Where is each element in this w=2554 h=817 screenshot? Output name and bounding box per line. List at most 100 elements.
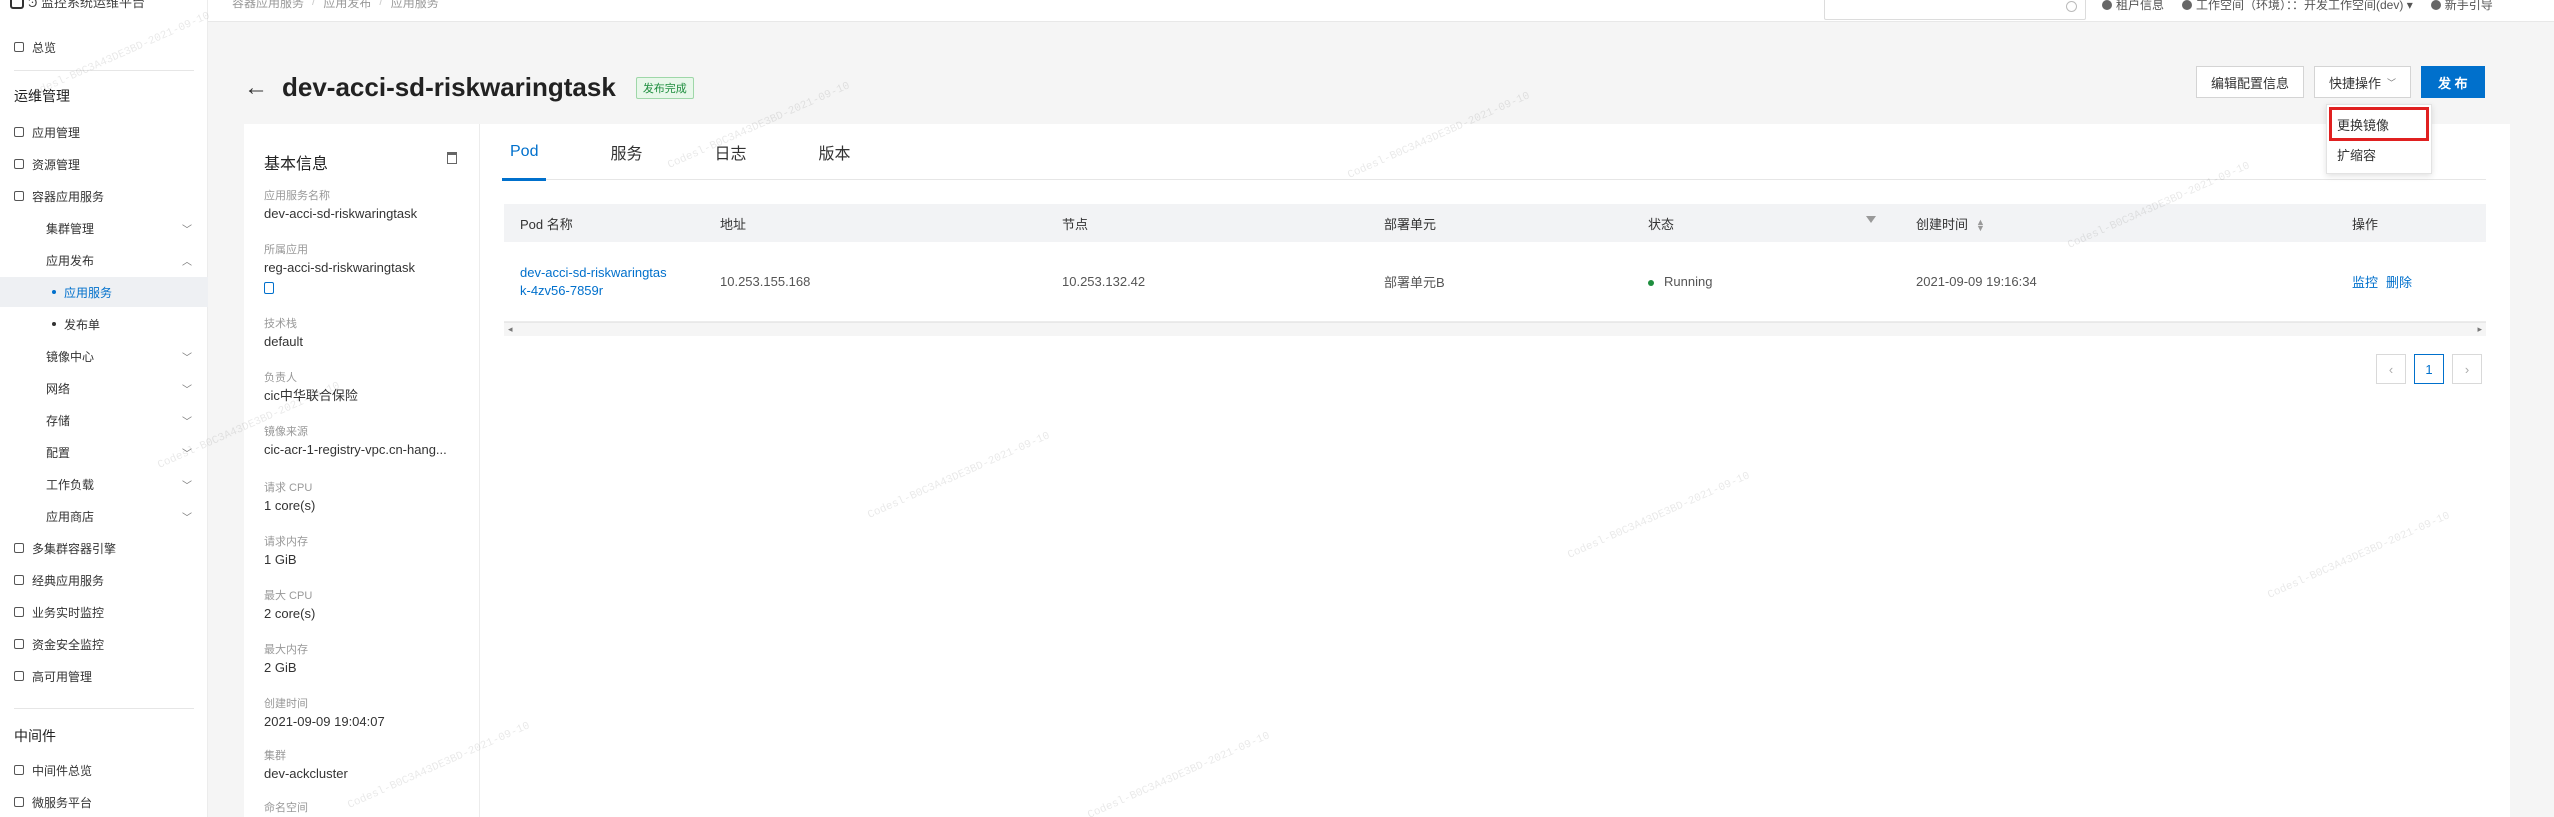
basic-info-panel: 基本信息 应用服务名称 dev-acci-sd-riskwaringtask 所属… (244, 124, 480, 817)
chevron-down-icon: ﹀ (182, 416, 192, 428)
app-logo[interactable]: Ͽ 监控系统运维平台 (10, 0, 145, 11)
bullet-icon (52, 322, 56, 326)
guide-icon (2430, 0, 2441, 10)
trash-icon[interactable] (447, 152, 457, 164)
guide-link[interactable]: 新手引导 (2430, 0, 2493, 13)
column-header-ops: 操作 (2352, 216, 2379, 232)
sidebar-item-classic-service[interactable]: 经典应用服务 (0, 565, 208, 595)
sidebar-item-label: 发布单 (64, 317, 101, 332)
sidebar-item-realtime-monitor[interactable]: 业务实时监控 (0, 597, 208, 627)
tab-service[interactable]: 服务 (602, 124, 650, 180)
top-right-menu: 租户信息 工作空间（环境）：：开发工作空间(dev) ▾ 新手引导 (2102, 0, 2493, 13)
field-label: 所属应用 (264, 244, 308, 256)
sidebar-item-app-store[interactable]: 应用商店 ﹀ (0, 501, 208, 531)
field-value: 2 GiB (264, 660, 297, 675)
sidebar-item-multi-cluster[interactable]: 多集群容器引擎 (0, 533, 208, 563)
column-header-created-cell[interactable]: 创建时间 ▲ ▼ (1900, 214, 2336, 233)
divider (14, 70, 194, 71)
sidebar-item-label: 容器应用服务 (32, 189, 105, 204)
pod-name-link[interactable]: dev-acci-sd-riskwaringtask-4zv56-7859r (520, 264, 670, 300)
sidebar-item-high-availability[interactable]: 高可用管理 (0, 661, 208, 691)
copy-icon[interactable] (264, 282, 274, 294)
sort-icon[interactable]: ▲ ▼ (1976, 218, 1985, 233)
info-field: 技术栈 default (264, 316, 474, 352)
field-label: 创建时间 (264, 698, 308, 710)
sidebar-item-container-service[interactable]: 容器应用服务 (0, 181, 208, 211)
field-value: 2021-09-09 19:04:07 (264, 714, 385, 729)
edit-config-button[interactable]: 编辑配置信息 (2196, 66, 2305, 98)
monitor-link[interactable]: 监控 (2352, 275, 2378, 290)
field-label: 镜像来源 (264, 426, 308, 438)
delete-link[interactable]: 删除 (2386, 275, 2412, 290)
chevron-down-icon: ﹀ (182, 448, 192, 460)
prev-page-button[interactable]: ‹ (2376, 354, 2406, 384)
horizontal-scrollbar[interactable]: ◂ ▸ (504, 322, 2486, 336)
field-label: 应用服务名称 (264, 190, 330, 202)
status-badge: 发布完成 (635, 76, 694, 99)
pod-cell: dev-acci-sd-riskwaringtask-4zv56-7859r (504, 264, 704, 300)
engine-icon (14, 543, 24, 553)
info-field: 集群 dev-ackcluster (264, 748, 474, 784)
sidebar-item-app-service[interactable]: 应用服务 (0, 277, 208, 307)
scroll-left-icon[interactable]: ◂ (508, 324, 513, 335)
scroll-right-icon[interactable]: ▸ (2477, 324, 2482, 335)
breadcrumb-item[interactable]: 应用发布 (323, 0, 371, 11)
classic-icon (14, 575, 24, 585)
chevron-up-icon: ︿ (182, 256, 192, 268)
column-header-unit: 部署单元 (1384, 216, 1437, 232)
divider (14, 708, 194, 709)
info-field: 负责人 cic中华联合保险 (264, 370, 474, 406)
sidebar-section-middleware: 中间件 (14, 728, 56, 744)
quick-actions-button[interactable]: 快捷操作 ﹀ (2314, 66, 2412, 98)
status-cell: Running (1632, 274, 1900, 289)
info-field: 所属应用 reg-acci-sd-riskwaringtask (264, 242, 474, 297)
workspace-icon (2182, 0, 2193, 10)
sidebar-item-config[interactable]: 配置 ﹀ (0, 437, 208, 467)
sidebar-item-label: 工作负载 (46, 477, 95, 492)
publish-button[interactable]: 发 布 (2421, 66, 2485, 98)
info-field: 创建时间 2021-09-09 19:04:07 (264, 696, 474, 732)
sidebar-item-app-mgmt[interactable]: 应用管理 (0, 117, 208, 147)
tenant-info-link[interactable]: 租户信息 (2102, 0, 2164, 13)
home-icon (14, 42, 24, 52)
sidebar-item-workload[interactable]: 工作负载 ﹀ (0, 469, 208, 499)
search-input[interactable] (1824, 0, 2086, 20)
container-icon (14, 191, 24, 201)
sidebar-item-overview[interactable]: 总览 (0, 32, 208, 62)
tab-pod[interactable]: Pod (502, 124, 547, 181)
sidebar-item-network[interactable]: 网络 ﹀ (0, 373, 208, 403)
cloud-icon (14, 159, 24, 169)
sidebar-item-resource-mgmt[interactable]: 资源管理 (0, 149, 208, 179)
sidebar-item-storage[interactable]: 存储 ﹀ (0, 405, 208, 435)
field-label: 请求内存 (264, 536, 308, 548)
sidebar-item-microservice[interactable]: 微服务平台 (0, 787, 208, 817)
sidebar-item-cluster-mgmt[interactable]: 集群管理 ﹀ (0, 213, 208, 243)
sidebar-item-label: 应用管理 (32, 125, 81, 140)
sidebar-item-image-center[interactable]: 镜像中心 ﹀ (0, 341, 208, 371)
sidebar-item-middleware-overview[interactable]: 中间件总览 (0, 755, 208, 785)
sidebar-item-label: 经典应用服务 (32, 573, 105, 588)
tab-versions[interactable]: 版本 (811, 124, 859, 180)
tab-logs[interactable]: 日志 (706, 124, 754, 180)
breadcrumb-item[interactable]: 容器应用服务 (232, 0, 304, 11)
status-text: Running (1664, 274, 1713, 289)
info-field: 请求 CPU 1 core(s) (264, 480, 474, 516)
menu-item-scale[interactable]: 扩缩容 (2327, 139, 2431, 169)
table-header: Pod 名称 地址 节点 部署单元 状态 创建时间 ▲ ▼ 操作 (504, 204, 2486, 242)
sidebar-item-release-order[interactable]: 发布单 (0, 309, 208, 339)
field-label: 负责人 (264, 372, 297, 384)
workspace-selector[interactable]: 工作空间（环境）：：开发工作空间(dev) ▾ (2182, 0, 2413, 13)
page-button[interactable]: 1 (2414, 354, 2444, 384)
next-page-button[interactable]: › (2452, 354, 2482, 384)
sidebar-item-label: 资金安全监控 (32, 637, 105, 652)
sidebar-item-fund-security[interactable]: 资金安全监控 (0, 629, 208, 659)
info-field: 应用服务名称 dev-acci-sd-riskwaringtask (264, 188, 474, 224)
quick-actions-menu: 更换镜像 扩缩容 (2326, 104, 2432, 174)
back-arrow-icon[interactable]: ← (244, 75, 268, 100)
unit-cell: 部署单元B (1384, 275, 1445, 290)
menu-item-change-image[interactable]: 更换镜像 (2329, 107, 2429, 141)
info-field: 命名空间 (264, 800, 474, 816)
search-icon[interactable] (2066, 1, 2077, 12)
sidebar-item-app-release[interactable]: 应用发布 ︿ (0, 245, 208, 275)
filter-icon[interactable] (1866, 215, 1876, 223)
